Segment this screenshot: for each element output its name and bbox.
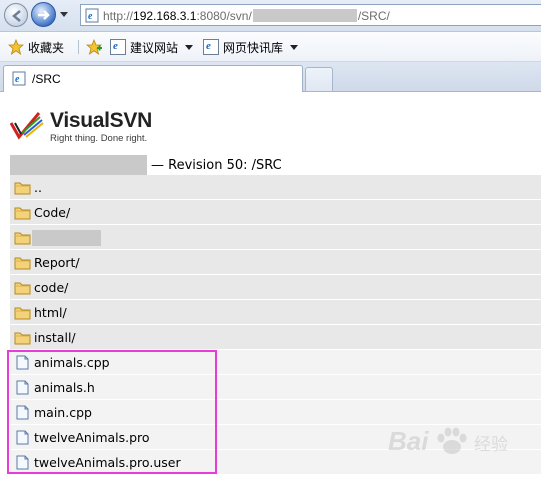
history-dropdown-icon[interactable] [60,12,68,17]
file-icon [16,430,29,445]
forward-arrow-icon [38,10,50,20]
ie-page-icon: e [203,39,219,55]
file-row[interactable]: animals.cpp [10,350,541,375]
folder-link[interactable]: html/ [34,305,67,320]
watermark-brand: Bai [388,426,429,456]
file-link[interactable]: animals.cpp [34,355,110,370]
url-redacted [252,9,357,22]
chevron-down-icon [185,44,194,50]
back-arrow-icon [12,10,21,22]
file-icon [16,380,29,395]
url-scheme: http:// [103,9,134,23]
folder-icon [14,232,31,245]
folder-row[interactable]: install/ [10,325,541,350]
svg-text:e: e [15,74,20,85]
suggested-sites-label: 建议网站 [130,40,179,55]
folder-icon [14,257,31,270]
add-favorite-button[interactable] [86,38,102,56]
file-link[interactable]: twelveAnimals.pro [34,430,150,445]
baidu-watermark: Bai 经验 [388,420,528,460]
forward-button[interactable] [31,2,56,27]
logo-name: VisualSVN [50,109,152,132]
file-link[interactable]: twelveAnimals.pro.user [34,455,181,470]
toolbar-divider [78,40,79,54]
folder-icon [14,332,31,345]
watermark-suffix: 经验 [474,435,508,455]
page-icon: e [12,71,26,86]
file-link[interactable]: main.cpp [34,405,92,420]
page-icon: e [85,8,99,23]
url-path: :8080/svn/ [196,9,252,23]
address-bar[interactable]: e http://192.168.3.1:8080/svn/ /SRC/ [80,4,541,26]
back-button[interactable] [4,3,28,27]
tab-strip: e /SRC [0,62,541,92]
favorites-star-icon [8,39,24,55]
tab-title: /SRC [32,72,61,86]
web-slice-gallery-label: 网页快讯库 [223,40,284,55]
folder-link[interactable]: install/ [34,330,76,345]
paw-icon [437,427,467,454]
folder-icon [14,182,31,195]
visualsvn-logo: VisualSVN Right thing. Done right. [9,109,170,144]
tab-active[interactable]: e /SRC [3,65,303,92]
file-icon [16,405,29,420]
file-link[interactable]: animals.h [34,380,95,395]
chevron-down-icon [290,44,299,50]
file-icon [16,355,29,370]
folder-icon [14,307,31,320]
repo-name-redacted [10,155,147,175]
folder-row[interactable]: Report/ [10,250,541,275]
logo-tagline: Right thing. Done right. [50,133,148,144]
folder-row[interactable]: code/ [10,275,541,300]
suggested-sites-button[interactable]: e 建议网站 [110,38,194,56]
svg-text:e: e [88,11,93,22]
folder-link[interactable]: Report/ [34,255,80,270]
favorites-bar: 收藏夹 e 建议网站 e 网页快讯库 [0,32,541,62]
favorites-label: 收藏夹 [28,40,65,55]
folder-row[interactable]: Code/ [10,200,541,225]
file-row[interactable]: animals.h [10,375,541,400]
url-text[interactable]: http://192.168.3.1:8080/svn/ /SRC/ [103,9,390,23]
web-slice-gallery-button[interactable]: e 网页快讯库 [203,38,299,56]
add-favorite-icon [86,39,102,55]
url-host: 192.168.3.1 [133,9,197,23]
revision-text: — Revision 50: /SRC [151,157,282,173]
favorites-button[interactable]: 收藏夹 [8,38,64,56]
url-suffix: /SRC/ [357,9,390,23]
folder-icon [14,207,31,220]
folder-link[interactable]: Code/ [34,205,70,220]
new-tab-button[interactable] [305,67,333,91]
folder-row[interactable]: html/ [10,300,541,325]
folder-link[interactable]: code/ [34,280,68,295]
revision-heading: — Revision 50: /SRC [10,155,282,175]
ie-page-icon: e [110,39,126,55]
folder-row[interactable]: .. [10,175,541,200]
entry-name-redacted [32,230,101,246]
folder-icon [14,282,31,295]
folder-link[interactable]: .. [34,180,42,195]
file-icon [16,455,29,470]
folder-row[interactable] [10,225,541,250]
address-toolbar: e http://192.168.3.1:8080/svn/ /SRC/ [0,0,541,32]
visualsvn-logo-icon [9,112,44,140]
